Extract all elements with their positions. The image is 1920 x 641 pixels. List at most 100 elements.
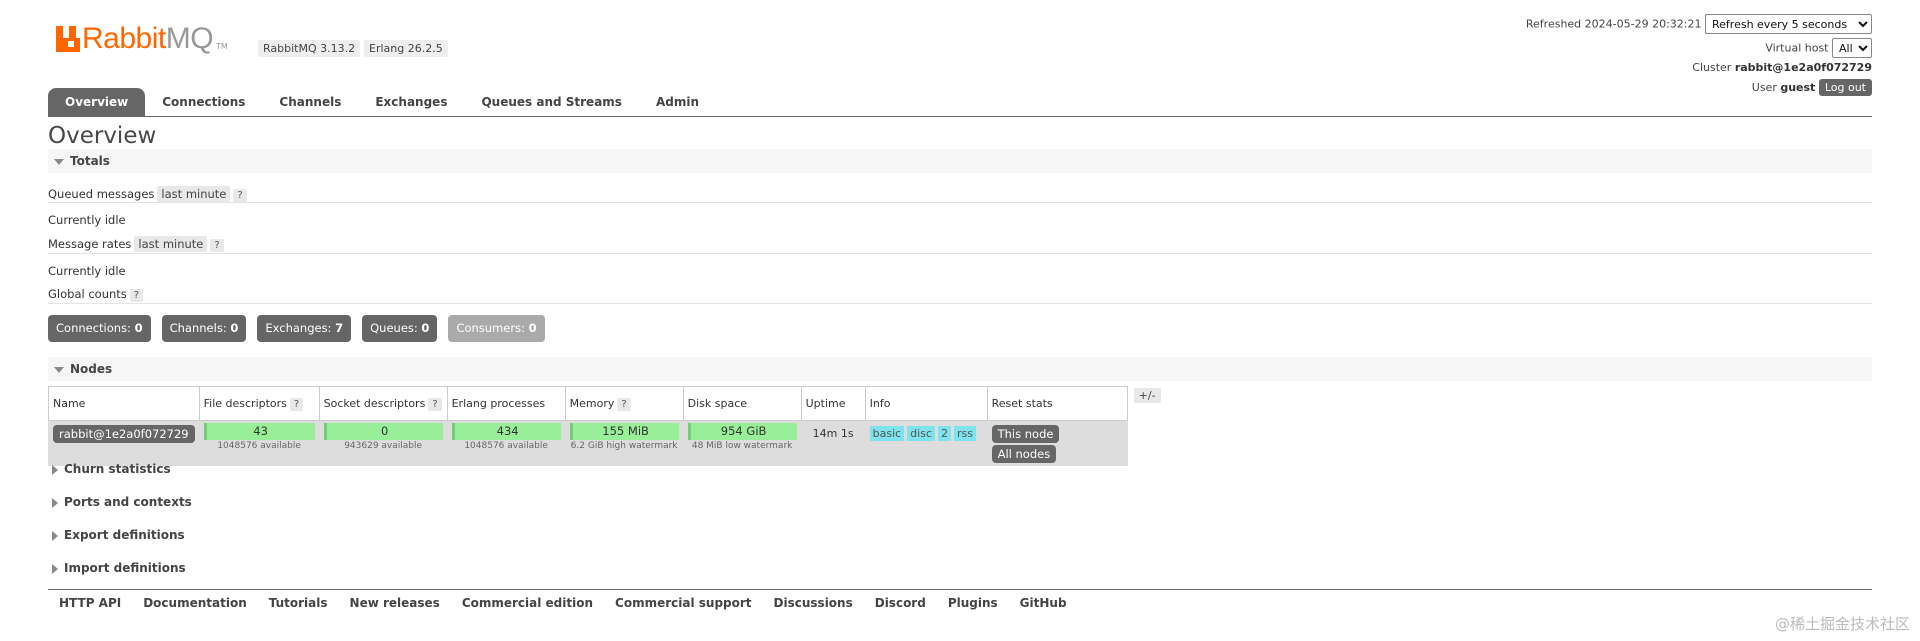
cluster-row: Cluster rabbit@1e2a0f072729 [1692, 61, 1872, 74]
import-definitions-section[interactable]: Import definitions [52, 561, 186, 575]
expanded-arrow-icon [54, 366, 64, 373]
queues-count[interactable]: Queues: 0 [362, 315, 438, 342]
node-name-link[interactable]: rabbit@1e2a0f072729 [53, 425, 195, 443]
footer-link-new-releases[interactable]: New releases [339, 596, 451, 610]
disk-space-cell: 954 GiB 48 MiB low watermark [682, 420, 802, 466]
collapsed-arrow-icon [52, 497, 58, 508]
footer-link-commercial-support[interactable]: Commercial support [604, 596, 763, 610]
help-icon[interactable]: ? [129, 289, 144, 302]
tab-connections[interactable]: Connections [145, 88, 262, 116]
nodes-title: Nodes [70, 362, 113, 376]
col-reset-stats: Reset stats [986, 386, 1128, 421]
info-badge-basic: basic [869, 426, 905, 441]
rabbitmq-logo: RabbitMQ TM [56, 24, 228, 54]
page-title: Overview [48, 123, 157, 149]
node-name-cell: rabbit@1e2a0f072729 [48, 420, 200, 466]
cluster-name: rabbit@1e2a0f072729 [1734, 61, 1872, 74]
help-icon[interactable]: ? [210, 239, 224, 252]
connections-count[interactable]: Connections: 0 [48, 315, 151, 342]
file-descriptors-cell: 43 1048576 available [198, 420, 320, 466]
queued-messages-row: Queued messages last minute? [48, 186, 247, 202]
help-icon[interactable]: ? [428, 398, 442, 411]
divider [48, 253, 1872, 254]
exchanges-count[interactable]: Exchanges: 7 [257, 315, 352, 342]
memory-cell: 155 MiB 6.2 GiB high watermark [564, 420, 684, 466]
fd-available: 1048576 available [217, 441, 301, 451]
collapsed-arrow-icon [52, 530, 58, 541]
vhost-row: Virtual host All [1765, 38, 1872, 58]
info-badge-disc: disc [907, 426, 935, 441]
table-header-row: Name File descriptors? Socket descriptor… [48, 386, 1166, 421]
tab-queues-and-streams[interactable]: Queues and Streams [464, 88, 638, 116]
help-icon[interactable]: ? [233, 189, 247, 202]
help-icon[interactable]: ? [617, 398, 631, 411]
uptime-cell: 14m 1s [800, 420, 866, 466]
footer-link-plugins[interactable]: Plugins [937, 596, 1009, 610]
footer-link-discord[interactable]: Discord [864, 596, 937, 610]
cluster-label: Cluster [1692, 61, 1732, 74]
rabbitmq-version-badge: RabbitMQ 3.13.2 [258, 40, 361, 57]
message-rates-label: Message rates [48, 237, 132, 251]
vhost-label: Virtual host [1765, 41, 1829, 55]
tab-admin[interactable]: Admin [639, 88, 716, 116]
rates-status: Currently idle [48, 264, 126, 278]
columns-toggle-button[interactable]: +/- [1133, 387, 1161, 403]
rabbitmq-logo-icon [56, 26, 80, 52]
reset-all-nodes-button[interactable]: All nodes [991, 445, 1057, 463]
rates-range-selector[interactable]: last minute [134, 236, 208, 252]
footer-links: HTTP API Documentation Tutorials New rel… [48, 589, 1872, 610]
col-disk-space: Disk space [682, 386, 802, 421]
refresh-row: Refreshed 2024-05-29 20:32:21 Refresh ev… [1526, 14, 1872, 34]
footer-link-github[interactable]: GitHub [1009, 596, 1078, 610]
col-socket-descriptors: Socket descriptors? [318, 386, 448, 421]
refresh-interval-select[interactable]: Refresh every 5 seconds [1705, 14, 1872, 34]
reset-stats-cell: This node All nodes [986, 420, 1128, 466]
nodes-section-header[interactable]: Nodes [48, 357, 1872, 381]
help-icon[interactable]: ? [289, 398, 304, 411]
col-name: Name [48, 386, 200, 421]
col-uptime: Uptime [800, 386, 866, 421]
refreshed-time: 2024-05-29 20:32:21 [1584, 17, 1702, 31]
channels-count[interactable]: Channels: 0 [161, 315, 247, 342]
table-row: rabbit@1e2a0f072729 43 1048576 available … [48, 420, 1166, 466]
tab-overview[interactable]: Overview [48, 88, 146, 116]
tab-exchanges[interactable]: Exchanges [358, 88, 464, 116]
main-tabs: Overview Connections Channels Exchanges … [48, 88, 1872, 117]
footer-link-http-api[interactable]: HTTP API [48, 596, 132, 610]
collapsed-arrow-icon [52, 464, 58, 475]
consumers-count[interactable]: Consumers: 0 [448, 315, 545, 342]
totals-title: Totals [70, 154, 110, 168]
col-erlang-processes: Erlang processes [446, 386, 566, 421]
fd-gauge: 43 [203, 423, 315, 440]
footer-link-discussions[interactable]: Discussions [763, 596, 864, 610]
footer-link-commercial-edition[interactable]: Commercial edition [451, 596, 604, 610]
queued-range-selector[interactable]: last minute [157, 186, 231, 202]
nodes-table: Name File descriptors? Socket descriptor… [48, 386, 1166, 466]
export-definitions-section[interactable]: Export definitions [52, 528, 185, 542]
info-badge-count: 2 [938, 426, 951, 441]
col-file-descriptors: File descriptors? [198, 386, 320, 421]
tab-channels[interactable]: Channels [262, 88, 358, 116]
totals-section-header[interactable]: Totals [48, 149, 1872, 173]
socket-available: 943629 available [344, 441, 423, 451]
info-badge-rss: rss [954, 426, 976, 441]
ports-and-contexts-section[interactable]: Ports and contexts [52, 495, 192, 509]
erlang-gauge: 434 [451, 423, 561, 440]
erlang-available: 1048576 available [464, 441, 548, 451]
churn-statistics-section[interactable]: Churn statistics [52, 462, 171, 476]
vhost-select[interactable]: All [1832, 38, 1872, 58]
global-counts-row: Global counts? [48, 287, 144, 302]
logo-trademark: TM [216, 41, 228, 51]
col-memory: Memory? [564, 386, 684, 421]
watermark: @稀土掘金技术社区 [1774, 615, 1910, 633]
reset-this-node-button[interactable]: This node [991, 425, 1060, 443]
col-info: Info [864, 386, 988, 421]
divider [48, 202, 1872, 203]
footer-link-tutorials[interactable]: Tutorials [258, 596, 339, 610]
refreshed-label: Refreshed [1525, 17, 1582, 31]
columns-toggle: +/- [1127, 387, 1165, 421]
divider [48, 303, 1872, 304]
message-rates-row: Message rates last minute? [48, 236, 224, 252]
footer-link-documentation[interactable]: Documentation [132, 596, 258, 610]
disk-gauge: 954 GiB [687, 423, 797, 440]
